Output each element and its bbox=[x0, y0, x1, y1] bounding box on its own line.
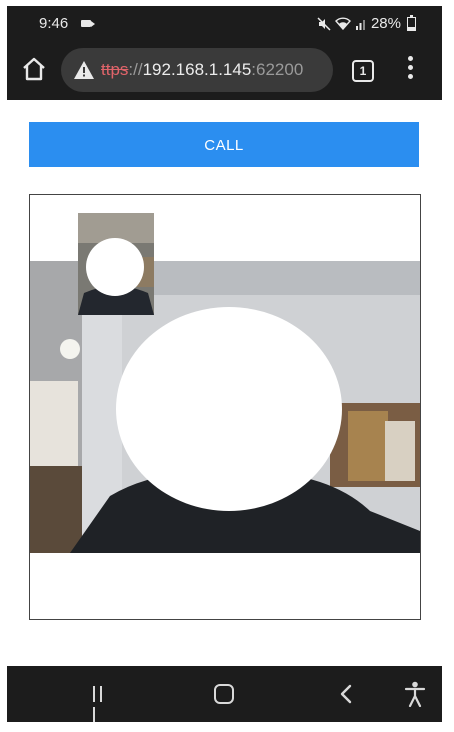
status-bar: 9:46 28% bbox=[7, 6, 442, 40]
call-button[interactable]: CALL bbox=[29, 122, 419, 167]
signal-icon bbox=[355, 19, 365, 30]
phone-screen: 9:46 28% ttps://192.168.1.145:62200 1 CA… bbox=[7, 6, 442, 722]
local-video-frame bbox=[78, 213, 154, 315]
wifi-icon bbox=[335, 17, 351, 30]
recent-apps-icon[interactable] bbox=[93, 686, 111, 722]
video-container bbox=[29, 194, 421, 620]
battery-percent: 28% bbox=[370, 15, 401, 32]
more-vert-icon[interactable] bbox=[405, 56, 415, 82]
mute-icon bbox=[317, 16, 331, 31]
accessibility-icon[interactable] bbox=[404, 681, 426, 707]
tabs-button[interactable]: 1 bbox=[352, 60, 374, 82]
status-indicators: 28% bbox=[317, 14, 416, 32]
battery-icon bbox=[407, 14, 416, 31]
home-icon[interactable] bbox=[21, 56, 47, 82]
warning-icon[interactable] bbox=[73, 60, 95, 80]
url-scheme: ttps bbox=[101, 60, 129, 79]
url-host: 192.168.1.145 bbox=[142, 60, 252, 79]
status-time: 9:46 bbox=[39, 15, 69, 32]
url-separator: :// bbox=[128, 60, 143, 79]
system-nav-bar bbox=[7, 666, 442, 722]
home-icon[interactable] bbox=[214, 684, 234, 704]
tab-count: 1 bbox=[359, 64, 367, 78]
web-content: CALL bbox=[7, 100, 442, 666]
back-icon[interactable] bbox=[339, 684, 353, 704]
browser-toolbar: ttps://192.168.1.145:62200 1 bbox=[7, 40, 442, 100]
local-video bbox=[78, 213, 154, 315]
url-port: :62200 bbox=[251, 60, 304, 79]
video-camera-icon bbox=[81, 20, 95, 27]
address-bar[interactable]: ttps://192.168.1.145:62200 bbox=[61, 48, 333, 92]
url-text[interactable]: ttps://192.168.1.145:62200 bbox=[101, 60, 303, 80]
